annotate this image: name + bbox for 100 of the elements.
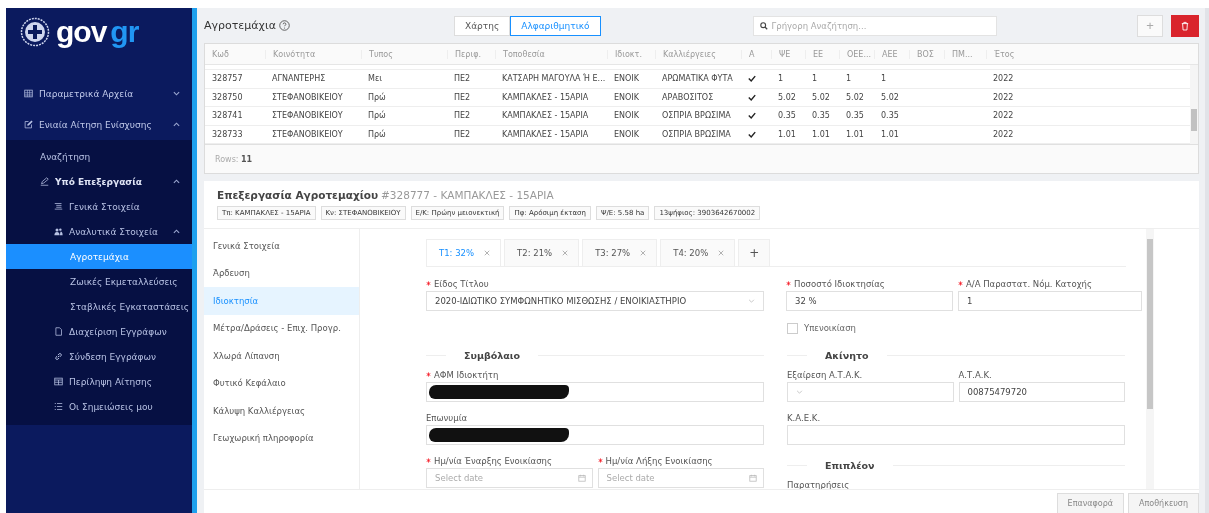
list-icon [54, 402, 63, 411]
chevron-down-icon[interactable] [173, 91, 180, 96]
section-nav-item[interactable]: Γενικά Στοιχεία [204, 232, 359, 260]
sidebar-item[interactable]: Ζωικές Εκμεταλλεύσεις [6, 269, 192, 294]
table-cell-text: 5.02 [777, 91, 797, 104]
table-cell-text: ΚΑΜΠΑΚΛΕΣ - 15ΑΡΙΑ [501, 110, 590, 123]
section-heading: Συμβόλαιο [463, 349, 521, 361]
chevron-up-icon[interactable] [173, 179, 180, 184]
field-label: Είδος Τίτλου [434, 278, 489, 289]
sidebar-item[interactable]: Περίληψη Αίτησης [6, 369, 192, 394]
table-cell-text: ΠΕ2 [453, 128, 472, 141]
add-tab-button[interactable]: + [738, 239, 771, 266]
tab[interactable]: T2: 21% [504, 239, 580, 266]
table-cell-text: ΕΝΟΙΚ [613, 110, 640, 123]
table-cell-text: 1.01 [777, 128, 797, 141]
checkbox[interactable] [787, 322, 798, 334]
detail-title: Επεξεργασία Αγροτεμαχίου [217, 189, 379, 201]
chevron-down-icon [748, 299, 755, 303]
table-cell-text: 1.01 [880, 128, 900, 141]
table-cell-text: 2022 [992, 128, 1015, 141]
table-cell-text: 1.01 [811, 128, 831, 141]
scrollbar[interactable] [1190, 65, 1198, 144]
checkbox-label: Υπενοικίαση [804, 323, 856, 333]
field-label: Κ.Α.Ε.Κ. [787, 412, 821, 423]
sidebar-item[interactable]: Σταβλικές Εγκαταστάσεις [6, 294, 192, 319]
section-nav-item[interactable]: Κάλυψη Καλλιέργειας [204, 397, 359, 425]
sidebar-item[interactable]: Παραμετρικά Αρχεία [6, 78, 192, 109]
field-label: Επωνυμία [426, 412, 468, 423]
sidebar-item[interactable]: Σύνδεση Εγγράφων [6, 344, 192, 369]
close-icon[interactable] [718, 250, 725, 256]
sidebar-item[interactable]: Ενιαία Αίτηση Ενίσχυσης [6, 109, 192, 140]
table-icon [54, 377, 63, 386]
close-icon[interactable] [484, 250, 491, 256]
sidebar-item[interactable]: Οι Σημειώσεις μου [6, 394, 192, 419]
tab[interactable]: T4: 20% [660, 239, 736, 266]
dropdown[interactable]: 2020-ΙΔΙΩΤΙΚΟ ΣΥΜΦΩΝΗΤΙΚΟ ΜΙΣΘΩΣΗΣ / ΕΝΟΙΚΙΑΣΤΗΡΙΟ [426, 291, 764, 311]
table-cell-text: 1 [777, 73, 785, 86]
link-icon [54, 352, 63, 361]
scrollbar[interactable] [1146, 229, 1154, 489]
table-cell-text: Μει [367, 73, 383, 86]
section-nav-item[interactable]: Μέτρα/Δράσεις - Επιχ. Προγρ. [204, 314, 359, 342]
sidebar-item[interactable]: Υπό Επεξεργασία [6, 169, 192, 194]
field-label: ΑΦΜ Ιδιοκτήτη [434, 369, 499, 380]
dropdown[interactable] [787, 382, 954, 402]
table-cell-text: ΕΝΟΙΚ [613, 73, 640, 86]
table-cell-text: 0.35 [811, 110, 831, 123]
chevron-up-icon[interactable] [173, 122, 180, 127]
table-cell-text: 2022 [992, 91, 1015, 104]
table-cell-text: 0.35 [845, 110, 865, 123]
table-cell-text: ΚΑΜΠΑΚΛΕΣ - 15ΑΡΙΑ [501, 91, 590, 104]
input-field[interactable]: 1 [958, 291, 1142, 311]
table-cell-text: ΠΕ2 [453, 91, 472, 104]
input-field[interactable]: 00875479720 [958, 382, 1125, 402]
table-cell-text: ΕΝΟΙΚ [613, 91, 640, 104]
table-cell-text: ΚΑΤΣΑΡΗ ΜΑΓΟΥΛΑ Ή Ε... [501, 72, 607, 86]
tab[interactable]: T3: 27% [582, 239, 658, 266]
input-field[interactable]: 32 % [786, 291, 953, 311]
table-cell-text: ΠΕ2 [453, 73, 472, 86]
delete-button[interactable] [1171, 14, 1199, 37]
close-icon[interactable] [562, 250, 569, 256]
sidebar-item[interactable]: Γενικά Στοιχεία [6, 194, 192, 219]
field-label: Εξαίρεση Α.Τ.Α.Κ. [787, 369, 863, 380]
govgr-logo[interactable]: govgr [6, 8, 139, 56]
input-field[interactable] [426, 382, 764, 402]
grid-icon [24, 89, 33, 98]
section-nav-item[interactable]: Γεωχωρική πληροφορία [204, 424, 359, 452]
file-icon [54, 327, 63, 336]
table-cell-text: ΣΤΕΦΑΝΟΒΙΚΕΙΟΥ [271, 128, 344, 141]
section-nav-item[interactable]: Άρδευση [204, 259, 359, 287]
people-icon [54, 227, 63, 236]
table-cell-text: 1.01 [845, 128, 865, 141]
input-field[interactable] [426, 425, 764, 445]
field-label: Ημ/νία Λήξης Ενοικίασης [605, 455, 713, 466]
chevron-up-icon[interactable] [173, 229, 180, 234]
field-label: Α.Τ.Α.Κ. [958, 369, 992, 380]
help-icon[interactable] [278, 20, 290, 31]
section-nav-item[interactable]: Φυτικό Κεφάλαιο [204, 369, 359, 397]
input-field[interactable] [787, 425, 1125, 445]
detail-subtitle: #328777 - ΚΑΜΠΑΚΛΕΣ - 15ΑΡΙΑ [381, 189, 554, 201]
sidebar-item[interactable]: Αναλυτικά Στοιχεία [6, 219, 192, 244]
field-label: Α/Α Παραστατ. Νόμ. Κατοχής [966, 278, 1092, 289]
section-heading: Επιπλέον [824, 459, 876, 471]
table-cell-text: 5.02 [811, 91, 831, 104]
sidebar-item[interactable]: Διαχείριση Εγγράφων [6, 319, 192, 344]
table-cell-text: ΑΡΩΜΑΤΙΚΑ ΦΥΤΑ [661, 73, 734, 86]
section-nav-item[interactable]: Χλωρά Λίπανση [204, 342, 359, 370]
view-toggle-button[interactable]: Χάρτης [454, 15, 511, 36]
table-cell-text: 5.02 [845, 91, 865, 104]
table-cell-text: 1 [845, 73, 853, 86]
table-cell-text: 328733 [211, 128, 244, 141]
table-cell-text: 1 [811, 73, 819, 86]
section-heading: Ακίνητο [824, 349, 870, 361]
close-icon[interactable] [640, 250, 647, 256]
table-cell-text: ΟΣΠΡΙΑ ΒΡΩΣΙΜΑ [661, 128, 732, 141]
calendar-icon [749, 474, 757, 482]
table-cell-text: ΚΑΜΠΑΚΛΕΣ - 15ΑΡΙΑ [501, 128, 590, 141]
sidebar-item[interactable]: Αναζήτηση [6, 144, 192, 169]
table-cell-text: ΑΓΝΑΝΤΕΡΗΣ [271, 73, 327, 86]
chevron-down-icon [796, 390, 803, 394]
pen-icon [40, 177, 49, 186]
